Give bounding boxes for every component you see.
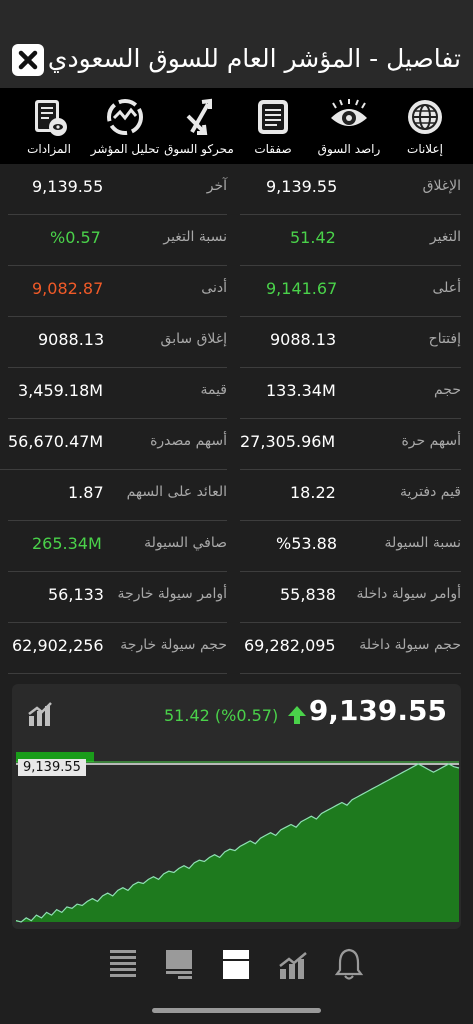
globe-icon xyxy=(408,100,442,134)
tool-auctions[interactable]: المزادات xyxy=(10,88,88,164)
stat-close: الإغلاق 9,139.55 xyxy=(240,164,461,215)
stat-outflow-volume: حجم سيولة خارجة 62,902,256 xyxy=(8,623,227,674)
tool-label: صفقات xyxy=(254,142,292,156)
stat-value: 62,902,256 xyxy=(12,636,104,655)
auction-document-icon xyxy=(35,100,67,136)
stat-change: التغير 51.42 xyxy=(240,215,461,266)
stat-liquidity-ratio: نسبة السيولة %53.88 xyxy=(240,521,461,572)
tool-announcements[interactable]: إعلانات xyxy=(386,88,464,164)
stat-label: أسهم مصدرة xyxy=(150,433,227,449)
close-icon xyxy=(18,50,38,70)
stat-label: إفتتاح xyxy=(428,331,461,347)
tool-market-watch[interactable]: راصد السوق xyxy=(310,88,388,164)
stat-inflow-orders: أوامر سيولة داخلة 55,838 xyxy=(240,572,461,623)
summary-icon[interactable] xyxy=(164,947,194,981)
stats-grid: الإغلاق 9,139.55 التغير 51.42 أعلى 9,141… xyxy=(0,164,473,674)
stat-previous-close: إغلاق سابق 9088.13 xyxy=(8,317,227,368)
stat-label: أسهم حرة xyxy=(401,433,461,449)
stat-value: 55,838 xyxy=(280,585,336,604)
last-price-tag: 9,139.55 xyxy=(18,759,86,776)
details-icon[interactable] xyxy=(221,947,251,981)
stat-label: أوامر سيولة داخلة xyxy=(356,586,461,602)
stat-outflow-orders: أوامر سيولة خارجة 56,133 xyxy=(8,572,227,623)
stat-value: 133.34M xyxy=(266,381,336,400)
stat-label: التغير xyxy=(429,229,461,245)
stat-value: 18.22 xyxy=(290,483,336,502)
stat-label: صافي السيولة xyxy=(144,535,227,551)
tool-label: تحليل المؤشر xyxy=(90,142,160,156)
stat-value: 9,082.87 xyxy=(32,279,104,298)
stat-value: 9,139.55 xyxy=(266,177,338,196)
stat-label: أوامر سيولة خارجة xyxy=(117,586,227,602)
tool-label: محركو السوق xyxy=(164,142,234,156)
stat-value: 56,670.47M xyxy=(8,432,104,451)
document-list-icon xyxy=(258,100,288,134)
list-icon[interactable] xyxy=(108,947,138,981)
tool-trades[interactable]: صفقات xyxy=(234,88,312,164)
bell-icon[interactable] xyxy=(334,947,364,981)
arrows-icon xyxy=(186,98,212,135)
stat-value: %0.57 xyxy=(50,228,101,247)
header: تفاصيل - المؤشر العام للسوق السعودي xyxy=(0,0,473,88)
stat-label: حجم سيولة داخلة xyxy=(359,637,461,653)
tool-label: راصد السوق xyxy=(317,142,381,156)
stat-value: 265.34M xyxy=(32,534,102,553)
analysis-wheel-icon xyxy=(107,99,143,135)
tool-label: المزادات xyxy=(27,142,71,156)
stat-label: نسبة السيولة xyxy=(384,535,461,551)
up-arrow-icon xyxy=(288,706,306,724)
stat-book-value: قيم دفترية 18.22 xyxy=(240,470,461,521)
chart-nav-icon[interactable] xyxy=(278,947,308,981)
stat-label: أدنى xyxy=(201,280,227,296)
stat-label: نسبة التغير xyxy=(163,229,227,245)
stat-volume: حجم 133.34M xyxy=(240,368,461,419)
stat-issued-shares: أسهم مصدرة 56,670.47M xyxy=(0,419,227,470)
tool-market-movers[interactable]: محركو السوق xyxy=(160,88,238,164)
stat-value: 1.87 xyxy=(68,483,104,502)
stat-inflow-volume: حجم سيولة داخلة 69,282,095 xyxy=(240,623,461,674)
stat-value: 9088.13 xyxy=(270,330,337,349)
stat-label: إغلاق سابق xyxy=(160,331,227,347)
stat-value: 9,141.67 xyxy=(266,279,338,298)
stat-label: العائد على السهم xyxy=(126,484,227,500)
stat-value: 3,459.18M xyxy=(18,381,104,400)
stat-label: قيم دفترية xyxy=(400,484,461,500)
page-title: تفاصيل - المؤشر العام للسوق السعودي xyxy=(47,44,461,73)
stat-eps: العائد على السهم 1.87 xyxy=(8,470,227,521)
tool-index-analysis[interactable]: تحليل المؤشر xyxy=(86,88,164,164)
eye-icon xyxy=(331,99,367,126)
stat-label: الإغلاق xyxy=(422,178,461,194)
price-chart-card[interactable]: 51.42 (%0.57) 9,139.55 9,139.55 xyxy=(12,684,461,929)
change-value: 51.42 (%0.57) xyxy=(164,706,279,725)
stat-value: 56,133 xyxy=(48,585,104,604)
stat-last: آخر 9,139.55 xyxy=(8,164,227,215)
stat-value: 69,282,095 xyxy=(244,636,336,655)
home-indicator xyxy=(152,1008,321,1013)
stat-label: أعلى xyxy=(432,280,461,296)
stat-label: حجم xyxy=(433,382,461,398)
stat-value: 9,139.55 xyxy=(32,177,104,196)
stat-value: 9088.13 xyxy=(38,330,105,349)
stat-high: أعلى 9,141.67 xyxy=(240,266,461,317)
stat-low: أدنى 9,082.87 xyxy=(8,266,227,317)
stat-value: 27,305.96M xyxy=(240,432,336,451)
close-button[interactable] xyxy=(12,44,44,76)
stat-value-traded: قيمة 3,459.18M xyxy=(8,368,227,419)
stat-label: حجم سيولة خارجة xyxy=(120,637,227,653)
stat-label: آخر xyxy=(206,178,227,194)
stat-change-percent: نسبة التغير %0.57 xyxy=(8,215,227,266)
stat-net-liquidity: صافي السيولة 265.34M xyxy=(8,521,227,572)
toolbar: إعلانات راصد السوق صفقات محركو السوق تحل… xyxy=(0,88,473,164)
tool-label: إعلانات xyxy=(407,142,443,156)
stat-value: %53.88 xyxy=(276,534,338,553)
chart-type-icon[interactable] xyxy=(26,700,54,728)
current-price: 9,139.55 xyxy=(308,694,447,727)
stat-label: قيمة xyxy=(200,382,227,398)
stat-open: إفتتاح 9088.13 xyxy=(240,317,461,368)
stat-free-shares: أسهم حرة 27,305.96M xyxy=(240,419,461,470)
series-area xyxy=(16,764,459,922)
stat-value: 51.42 xyxy=(290,228,336,247)
